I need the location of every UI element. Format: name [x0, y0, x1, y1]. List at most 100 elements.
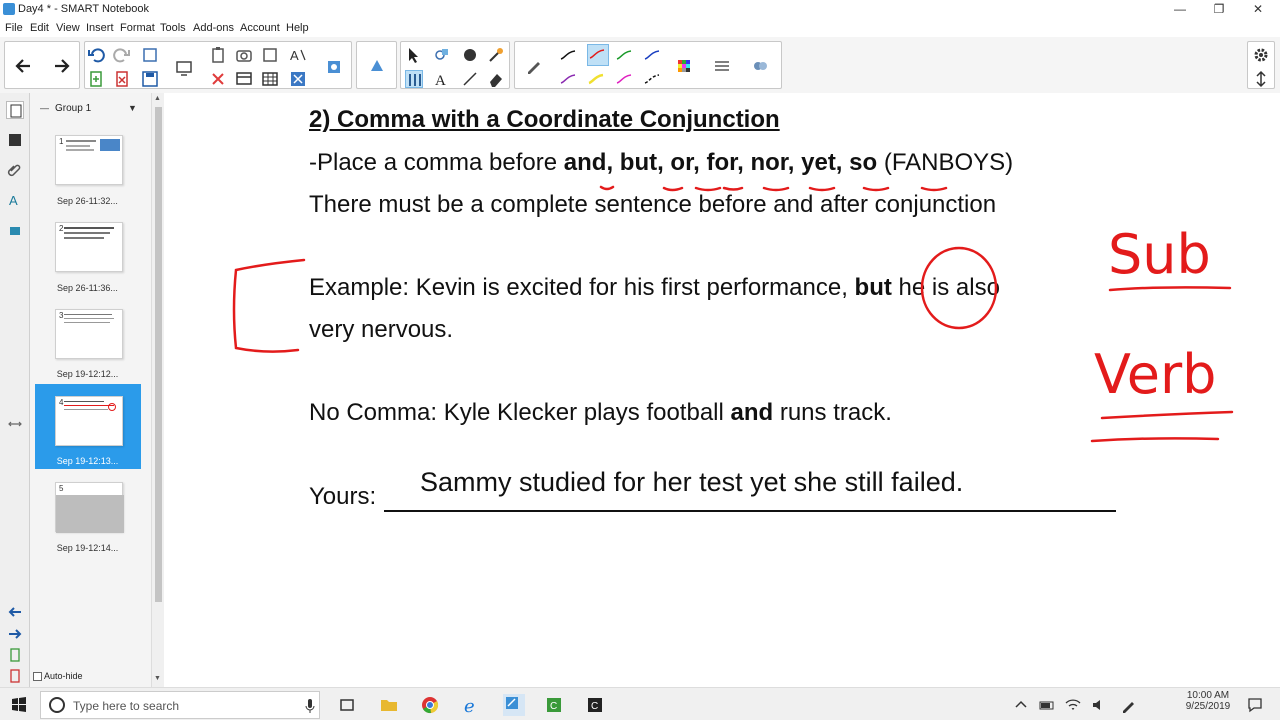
scrollbar-thumb[interactable] [155, 107, 162, 602]
menu-help[interactable]: Help [286, 22, 309, 34]
pen-magenta-icon[interactable] [615, 70, 633, 88]
eraser-icon[interactable] [487, 70, 505, 88]
clear-page-icon[interactable] [261, 46, 279, 64]
show-hidden-icons-icon[interactable] [1012, 696, 1030, 714]
page-thumbnail-selected[interactable]: 4 [55, 396, 123, 446]
redo-icon[interactable] [113, 46, 131, 64]
add-ons-tab-icon[interactable] [6, 221, 24, 239]
table-icon[interactable] [261, 70, 279, 88]
ink-underline-dash [662, 186, 684, 192]
page-number: 1 [59, 137, 64, 146]
maximize-button[interactable]: ❐ [1199, 0, 1239, 20]
recorder-icon[interactable]: C [586, 696, 604, 714]
wifi-icon[interactable] [1064, 696, 1082, 714]
internet-explorer-icon[interactable]: e [463, 696, 481, 717]
ink-underline-verb [1100, 410, 1234, 420]
attachments-tab-icon[interactable] [6, 161, 24, 179]
scroll-down-icon[interactable]: ▼ [154, 675, 161, 682]
pen-blue-icon[interactable] [643, 46, 661, 64]
response-icon[interactable] [368, 57, 386, 75]
page-thumbnail[interactable]: 1 [55, 135, 123, 185]
task-view-icon[interactable] [338, 696, 356, 714]
clock[interactable]: 10:00 AM 9/25/2019 [1180, 690, 1236, 712]
delete-page-icon[interactable] [113, 70, 131, 88]
magic-pen-icon[interactable] [487, 46, 505, 64]
resize-sidebar-icon[interactable] [6, 415, 24, 433]
chrome-icon[interactable] [421, 696, 439, 714]
menu-add-ons[interactable]: Add-ons [193, 22, 234, 34]
smart-notebook-taskbar-icon[interactable] [503, 694, 525, 716]
pens-icon[interactable] [405, 70, 423, 88]
screen-shade-icon[interactable] [235, 70, 253, 88]
file-explorer-icon[interactable] [380, 696, 398, 714]
menu-format[interactable]: Format [120, 22, 155, 34]
ink-underline-dash [808, 186, 836, 192]
fill-icon[interactable] [461, 46, 479, 64]
add-ons-icon[interactable] [325, 58, 343, 76]
auto-hide-checkbox[interactable]: Auto-hide [33, 671, 83, 682]
camtasia-icon[interactable]: C [545, 696, 563, 714]
minimize-button[interactable]: — [1160, 0, 1200, 20]
pen-tool-icon[interactable] [525, 57, 543, 75]
taskbar-search-box[interactable]: Type here to search [40, 691, 320, 719]
menu-edit[interactable]: Edit [30, 22, 49, 34]
gallery-tab-icon[interactable] [6, 131, 24, 149]
text-recognition-icon[interactable]: A [289, 46, 307, 64]
properties-tab-icon[interactable]: A [6, 191, 24, 209]
svg-text:C: C [550, 701, 557, 712]
previous-page-icon[interactable] [14, 57, 32, 75]
page-thumbnail[interactable]: 3 [55, 309, 123, 359]
page-thumbnail[interactable]: 2 [55, 222, 123, 272]
pen-purple-icon[interactable] [559, 70, 577, 88]
pen-red-icon[interactable] [587, 44, 609, 66]
notifications-icon[interactable] [1246, 696, 1264, 714]
screen-capture-icon[interactable] [175, 58, 193, 76]
pen-green-icon[interactable] [615, 46, 633, 64]
close-button[interactable]: ✕ [1238, 0, 1278, 20]
settings-gear-icon[interactable] [1252, 46, 1270, 64]
move-toolbar-icon[interactable] [1252, 70, 1270, 88]
battery-icon[interactable] [1038, 696, 1056, 714]
color-palette-icon[interactable] [675, 57, 693, 75]
paste-icon[interactable] [209, 46, 227, 64]
text-icon[interactable]: A [433, 70, 451, 89]
line-style-icon[interactable] [713, 57, 731, 75]
sidebar-next-icon[interactable] [6, 625, 24, 643]
highlighter-yellow-icon[interactable] [587, 70, 605, 88]
ink-underline-dash [722, 186, 744, 191]
sidebar-previous-icon[interactable] [6, 603, 24, 621]
whiteboard-canvas[interactable]: 2) Comma with a Coordinate Conjunction -… [164, 93, 1280, 687]
menu-view[interactable]: View [56, 22, 80, 34]
sidebar-delete-page-icon[interactable] [6, 667, 24, 685]
group-dropdown-icon[interactable]: ▼ [128, 103, 137, 113]
save-icon[interactable] [141, 70, 159, 88]
menu-account[interactable]: Account [240, 22, 280, 34]
select-arrow-icon[interactable] [405, 46, 423, 64]
undo-icon[interactable] [87, 46, 105, 64]
menu-tools[interactable]: Tools [160, 22, 186, 34]
page-sorter-tab-icon[interactable] [6, 101, 24, 119]
menu-insert[interactable]: Insert [86, 22, 114, 34]
full-screen-icon[interactable] [289, 70, 307, 88]
shapes-icon[interactable] [433, 46, 451, 64]
pen-dashed-icon[interactable] [643, 70, 661, 88]
next-page-icon[interactable] [53, 57, 71, 75]
scroll-up-icon[interactable]: ▲ [154, 95, 161, 102]
group-collapse-icon[interactable]: — [40, 103, 49, 113]
selection-tools-group: A [400, 41, 510, 89]
page-view-icon[interactable] [141, 46, 159, 64]
windows-start-icon[interactable] [10, 696, 28, 714]
microphone-icon[interactable] [301, 697, 319, 715]
menu-file[interactable]: File [5, 22, 23, 34]
add-page-icon[interactable] [87, 70, 105, 88]
volume-icon[interactable] [1090, 696, 1108, 714]
sidebar-scrollbar[interactable]: ▲ ▼ [151, 93, 164, 687]
properties-icon[interactable] [751, 57, 769, 75]
camera-icon[interactable] [235, 46, 253, 64]
line-icon[interactable] [461, 70, 479, 88]
sidebar-add-page-icon[interactable] [6, 646, 24, 664]
page-thumbnail[interactable]: 5 [55, 482, 124, 533]
pen-workspace-icon[interactable] [1120, 696, 1138, 714]
pen-black-icon[interactable] [559, 46, 577, 64]
delete-icon[interactable] [209, 70, 227, 88]
